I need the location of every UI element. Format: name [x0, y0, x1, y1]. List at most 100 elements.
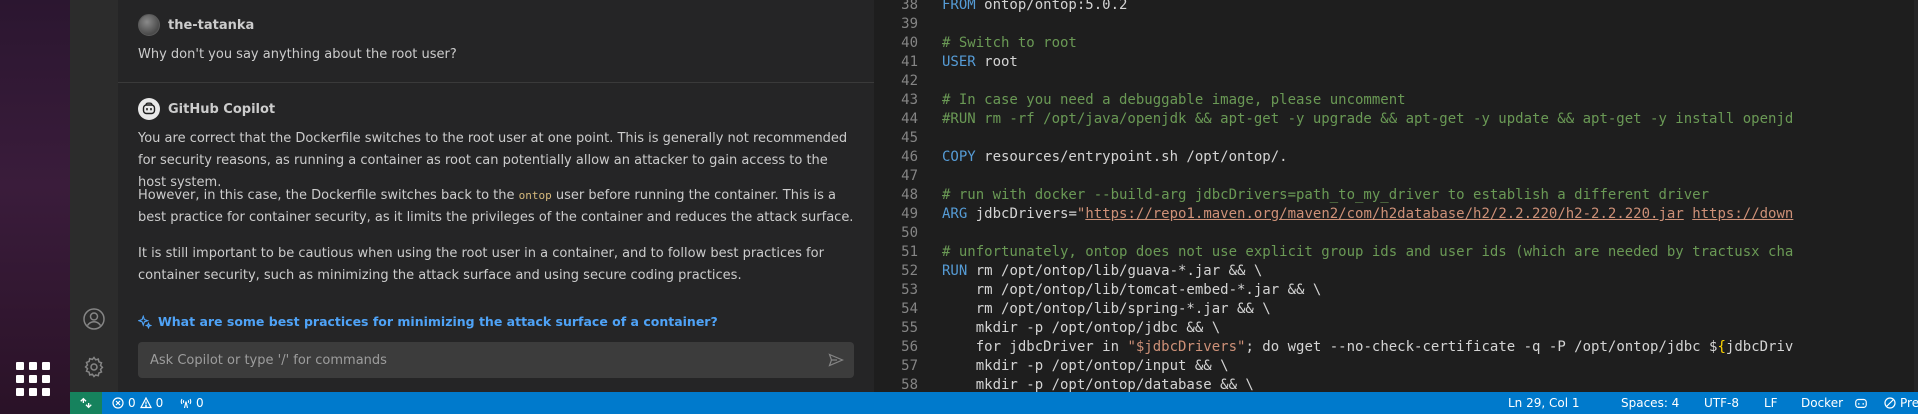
code-line: 44 #RUN rm -rf /opt/java/openjdk && apt-g… — [874, 110, 1914, 129]
code-text: rm /opt/ontop/lib/guava-*.jar && \ — [967, 263, 1263, 279]
line-number: 49 — [901, 206, 918, 222]
code-line: 50 — [874, 224, 1914, 243]
remote-indicator[interactable] — [70, 392, 102, 414]
line-code: COPY resources/entrypoint.sh /opt/ontop/… — [942, 148, 1288, 167]
line-code: # In case you need a debuggable image, p… — [942, 91, 1406, 110]
code-text: mkdir -p /opt/ontop/database && \ — [942, 377, 1254, 392]
line-ending[interactable]: LF — [1764, 392, 1778, 414]
indentation[interactable]: Spaces: 4 — [1621, 392, 1679, 414]
warning-count: 0 — [155, 396, 164, 410]
url-link[interactable]: https://repo1.maven.org/maven2/com/h2dat… — [1085, 206, 1683, 222]
prettier-label: Prettier — [1900, 396, 1918, 410]
line-number: 56 — [901, 339, 918, 355]
warning-icon — [139, 397, 152, 409]
line-number: 50 — [901, 225, 918, 241]
line-code: # run with docker --build-arg jdbcDriver… — [942, 186, 1709, 205]
message-author: GitHub Copilot — [168, 101, 276, 117]
app-grid-icon[interactable] — [16, 362, 50, 396]
comment: #RUN rm -rf /opt/java/openjdk && apt-get… — [942, 111, 1794, 127]
code-editor[interactable]: 38 FROM ontop/ontop:5.0.2 39 40 # Switch t… — [874, 0, 1914, 392]
line-code: # unfortunately, ontop does not use expl… — [942, 243, 1793, 262]
chat-input-box — [138, 342, 854, 378]
code-line: 43 # In case you need a debuggable image,… — [874, 91, 1914, 110]
line-number: 44 — [901, 111, 918, 127]
line-number: 55 — [901, 320, 918, 336]
prettier-check-icon — [1884, 397, 1896, 409]
code-line: 57 mkdir -p /opt/ontop/input && \ — [874, 357, 1914, 376]
line-code: mkdir -p /opt/ontop/database && \ — [942, 376, 1254, 392]
line-number: 40 — [901, 35, 918, 51]
radio-tower-icon — [180, 398, 192, 409]
line-code: mkdir -p /opt/ontop/jdbc && \ — [942, 319, 1220, 338]
inline-code: ontop — [518, 189, 552, 202]
problems-indicator[interactable]: 0 0 — [112, 392, 163, 414]
code-line: 42 — [874, 72, 1914, 91]
user-message-text: Why don't you say anything about the roo… — [138, 47, 457, 62]
string-text — [1684, 206, 1692, 222]
code-line: 54 rm /opt/ontop/lib/spring-*.jar && \ — [874, 300, 1914, 319]
keyword: COPY — [942, 149, 976, 165]
code-line: 56 for jdbcDriver in "$jdbcDrivers"; do … — [874, 338, 1914, 357]
keyword: FROM — [942, 0, 976, 13]
line-number: 41 — [901, 54, 918, 70]
code-text: resources/entrypoint.sh /opt/ontop/. — [975, 149, 1288, 165]
followup-suggestion[interactable]: What are some best practices for minimiz… — [138, 314, 718, 329]
language-mode[interactable]: Docker — [1801, 392, 1843, 414]
line-code: # Switch to root — [942, 34, 1077, 53]
keyword: USER — [942, 54, 976, 70]
line-number: 51 — [901, 244, 918, 260]
code-line: 45 — [874, 129, 1914, 148]
account-icon[interactable] — [82, 307, 106, 331]
editor-scroll-edge[interactable] — [1914, 0, 1918, 392]
chat-input[interactable] — [148, 351, 828, 369]
code-line: 55 mkdir -p /opt/ontop/jdbc && \ — [874, 319, 1914, 338]
line-number: 54 — [901, 301, 918, 317]
remote-icon — [80, 397, 92, 409]
copilot-icon — [1855, 398, 1867, 408]
copilot-message-header: GitHub Copilot — [138, 98, 275, 120]
line-code: for jdbcDriver in "$jdbcDrivers"; do wge… — [942, 338, 1794, 357]
gear-icon[interactable] — [82, 355, 106, 379]
code-line: 39 — [874, 15, 1914, 34]
line-code: rm /opt/ontop/lib/spring-*.jar && \ — [942, 300, 1271, 319]
line-number: 39 — [901, 16, 918, 32]
code-line: 49 ARG jdbcDrivers="https://repo1.maven.o… — [874, 205, 1914, 224]
person-avatar-icon — [138, 14, 160, 36]
code-line: 46 COPY resources/entrypoint.sh /opt/onto… — [874, 148, 1914, 167]
code-line: 51 # unfortunately, ontop does not use ex… — [874, 243, 1914, 262]
url-link[interactable]: https://down — [1692, 206, 1793, 222]
line-number: 52 — [901, 263, 918, 279]
ports-indicator[interactable]: 0 — [180, 392, 204, 414]
keyword: RUN — [942, 263, 968, 279]
user-message-header: the-tatanka — [138, 14, 254, 36]
encoding[interactable]: UTF-8 — [1704, 392, 1739, 414]
copilot-status[interactable] — [1854, 392, 1868, 414]
code-text: ontop/ontop:5.0.2 — [975, 0, 1128, 13]
brace: { — [1717, 339, 1726, 355]
line-code: mkdir -p /opt/ontop/input && \ — [942, 357, 1229, 376]
line-number: 45 — [901, 130, 918, 146]
line-number: 58 — [901, 377, 918, 392]
line-code: rm /opt/ontop/lib/tomcat-embed-*.jar && … — [942, 281, 1322, 300]
send-icon[interactable] — [828, 352, 844, 368]
error-count: 0 — [128, 396, 136, 410]
code-text: jdbcDrivers= — [967, 206, 1077, 222]
comment: # In case you need a debuggable image, p… — [942, 92, 1406, 108]
comment: # Switch to root — [942, 35, 1077, 51]
code-text: mkdir -p /opt/ontop/jdbc && \ — [942, 320, 1221, 336]
code-line: 40 # Switch to root — [874, 34, 1914, 53]
cursor-position[interactable]: Ln 29, Col 1 — [1508, 392, 1580, 414]
message-author: the-tatanka — [168, 17, 255, 33]
code-line: 41 USER root — [874, 53, 1914, 72]
message-divider — [118, 82, 874, 83]
code-line: 53 rm /opt/ontop/lib/tomcat-embed-*.jar … — [874, 281, 1914, 300]
status-bar: 0 0 0 Ln 29, Col 1 Spaces: 4 UTF-8 LF Do… — [70, 392, 1918, 414]
line-number: 53 — [901, 282, 918, 298]
line-number: 42 — [901, 73, 918, 89]
activity-bar — [70, 0, 118, 392]
copilot-chat-panel: the-tatanka Why don't you say anything a… — [118, 0, 874, 392]
code-text: rm /opt/ontop/lib/tomcat-embed-*.jar && … — [942, 282, 1322, 298]
suggestion-text: What are some best practices for minimiz… — [158, 314, 718, 329]
ports-count: 0 — [196, 396, 204, 410]
prettier-status[interactable]: Prettier — [1884, 392, 1918, 414]
